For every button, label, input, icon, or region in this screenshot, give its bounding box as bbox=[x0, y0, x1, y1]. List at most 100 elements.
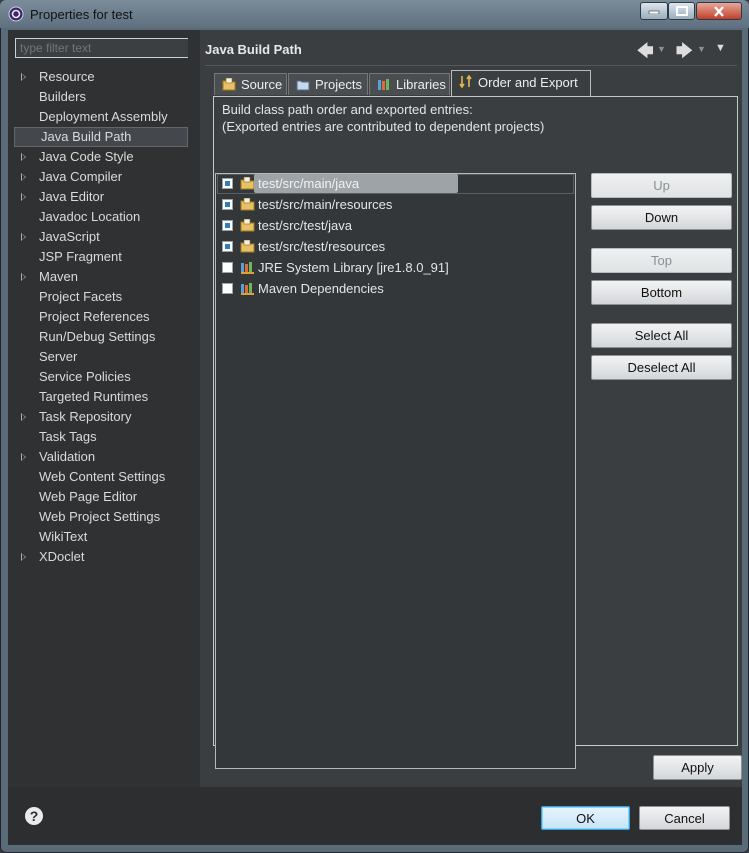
nav-item[interactable]: WikiText bbox=[13, 527, 188, 547]
back-history-dropdown-icon[interactable]: ▼ bbox=[657, 44, 666, 54]
nav-item[interactable]: Project Facets bbox=[13, 287, 188, 307]
tab-label: Libraries bbox=[396, 77, 446, 92]
expand-arrow-icon[interactable] bbox=[21, 193, 26, 201]
classpath-entry-row[interactable]: test/src/test/java bbox=[216, 216, 575, 236]
tab-libraries[interactable]: Libraries bbox=[369, 73, 450, 95]
expand-arrow-icon[interactable] bbox=[21, 153, 26, 161]
export-checkbox[interactable] bbox=[222, 262, 233, 273]
deselect-all-button[interactable]: Deselect All bbox=[591, 355, 732, 380]
select-all-button[interactable]: Select All bbox=[591, 323, 732, 348]
classpath-entry-label: test/src/test/java bbox=[258, 218, 352, 233]
cancel-button[interactable]: Cancel bbox=[639, 806, 730, 830]
nav-item-label: Task Tags bbox=[39, 429, 97, 444]
nav-item[interactable]: Java Build Path bbox=[14, 127, 188, 147]
nav-item-label: Deployment Assembly bbox=[39, 109, 168, 124]
tab-label: Projects bbox=[315, 77, 362, 92]
nav-item[interactable]: Task Repository bbox=[13, 407, 188, 427]
nav-item[interactable]: Resource bbox=[13, 67, 188, 87]
ok-button[interactable]: OK bbox=[541, 806, 630, 830]
classpath-entry-row[interactable]: test/src/main/java bbox=[216, 174, 575, 194]
splitter[interactable] bbox=[188, 30, 200, 787]
nav-item[interactable]: Web Page Editor bbox=[13, 487, 188, 507]
down-button[interactable]: Down bbox=[591, 205, 732, 230]
view-menu-icon[interactable]: ▼ bbox=[715, 42, 726, 54]
classpath-entry-row[interactable]: JRE System Library [jre1.8.0_91] bbox=[216, 258, 575, 278]
nav-item[interactable]: Javadoc Location bbox=[13, 207, 188, 227]
up-button[interactable]: Up bbox=[591, 173, 732, 198]
expand-arrow-icon[interactable] bbox=[21, 173, 26, 181]
export-checkbox[interactable] bbox=[222, 220, 233, 231]
dialog-footer: ? OK Cancel bbox=[8, 787, 742, 845]
nav-item[interactable]: Web Content Settings bbox=[13, 467, 188, 487]
top-button[interactable]: Top bbox=[591, 248, 732, 273]
bottom-button[interactable]: Bottom bbox=[591, 280, 732, 305]
nav-item[interactable]: Server bbox=[13, 347, 188, 367]
export-checkbox[interactable] bbox=[222, 178, 233, 189]
description-line-1: Build class path order and exported entr… bbox=[222, 102, 473, 117]
nav-item-label: Builders bbox=[39, 89, 86, 104]
nav-item[interactable]: Run/Debug Settings bbox=[13, 327, 188, 347]
nav-item[interactable]: Web Project Settings bbox=[13, 507, 188, 527]
library-icon bbox=[240, 261, 255, 274]
order-and-export-panel: Build class path order and exported entr… bbox=[213, 96, 738, 769]
nav-item-label: Server bbox=[39, 349, 78, 364]
nav-item[interactable]: Task Tags bbox=[13, 427, 188, 447]
nav-item[interactable]: Service Policies bbox=[13, 367, 188, 387]
nav-item[interactable]: Targeted Runtimes bbox=[13, 387, 188, 407]
classpath-entry-label: test/src/main/java bbox=[254, 174, 458, 193]
back-arrow-icon[interactable]: 🡄 bbox=[637, 40, 654, 67]
apply-button[interactable]: Apply bbox=[653, 755, 742, 780]
source-folder-icon bbox=[240, 239, 255, 253]
nav-item[interactable]: Deployment Assembly bbox=[13, 107, 188, 127]
header-separator bbox=[205, 65, 737, 66]
classpath-entry-row[interactable]: Maven Dependencies bbox=[216, 279, 575, 299]
help-icon[interactable]: ? bbox=[25, 807, 43, 825]
close-button[interactable] bbox=[696, 2, 742, 20]
tab-projects[interactable]: Projects bbox=[288, 73, 368, 95]
nav-item-label: Targeted Runtimes bbox=[39, 389, 149, 404]
export-checkbox[interactable] bbox=[222, 283, 233, 294]
title-bar[interactable]: Properties for test bbox=[0, 0, 749, 28]
nav-item[interactable]: Java Editor bbox=[13, 187, 188, 207]
source-folder-icon bbox=[240, 197, 255, 211]
nav-item[interactable]: Maven bbox=[13, 267, 188, 287]
forward-arrow-icon[interactable]: 🡆 bbox=[676, 40, 693, 67]
nav-item[interactable]: Validation bbox=[13, 447, 188, 467]
filter-input[interactable] bbox=[15, 38, 191, 58]
nav-item-label: JSP Fragment bbox=[39, 249, 122, 264]
tab-order-and-export[interactable]: Order and Export bbox=[451, 70, 591, 96]
classpath-entry-row[interactable]: test/src/test/resources bbox=[216, 237, 575, 257]
property-page-tree: Resource Builders Deployment Assembly Java … bbox=[13, 67, 188, 567]
left-pane: Resource Builders Deployment Assembly Java … bbox=[13, 33, 191, 787]
expand-arrow-icon[interactable] bbox=[21, 553, 26, 561]
export-checkbox[interactable] bbox=[222, 241, 233, 252]
nav-item[interactable]: JavaScript bbox=[13, 227, 188, 247]
right-pane: Java Build Path 🡄 ▼ 🡆 ▼ ▼ Source Project… bbox=[200, 30, 742, 787]
nav-item[interactable]: XDoclet bbox=[13, 547, 188, 567]
classpath-entry-row[interactable]: test/src/main/resources bbox=[216, 195, 575, 215]
nav-item[interactable]: Java Compiler bbox=[13, 167, 188, 187]
expand-arrow-icon[interactable] bbox=[21, 453, 26, 461]
nav-item-label: Web Page Editor bbox=[39, 489, 138, 504]
nav-item-label: Project References bbox=[39, 309, 150, 324]
description-line-2: (Exported entries are contributed to dep… bbox=[222, 119, 545, 134]
nav-item[interactable]: Java Code Style bbox=[13, 147, 188, 167]
classpath-entry-label: JRE System Library [jre1.8.0_91] bbox=[258, 260, 449, 275]
library-icon bbox=[240, 282, 255, 295]
nav-item[interactable]: JSP Fragment bbox=[13, 247, 188, 267]
expand-arrow-icon[interactable] bbox=[21, 413, 26, 421]
nav-item-label: Java Build Path bbox=[41, 129, 132, 144]
maximize-button[interactable] bbox=[668, 2, 695, 20]
expand-arrow-icon[interactable] bbox=[21, 273, 26, 281]
nav-item[interactable]: Project References bbox=[13, 307, 188, 327]
expand-arrow-icon[interactable] bbox=[21, 233, 26, 241]
library-icon bbox=[378, 79, 389, 90]
nav-item[interactable]: Builders bbox=[13, 87, 188, 107]
eclipse-icon bbox=[8, 6, 24, 22]
forward-history-dropdown-icon[interactable]: ▼ bbox=[697, 44, 706, 54]
expand-arrow-icon[interactable] bbox=[21, 73, 26, 81]
export-checkbox[interactable] bbox=[222, 199, 233, 210]
nav-item-label: Java Editor bbox=[39, 189, 105, 204]
minimize-button[interactable] bbox=[640, 2, 668, 20]
tab-source[interactable]: Source bbox=[214, 73, 287, 95]
